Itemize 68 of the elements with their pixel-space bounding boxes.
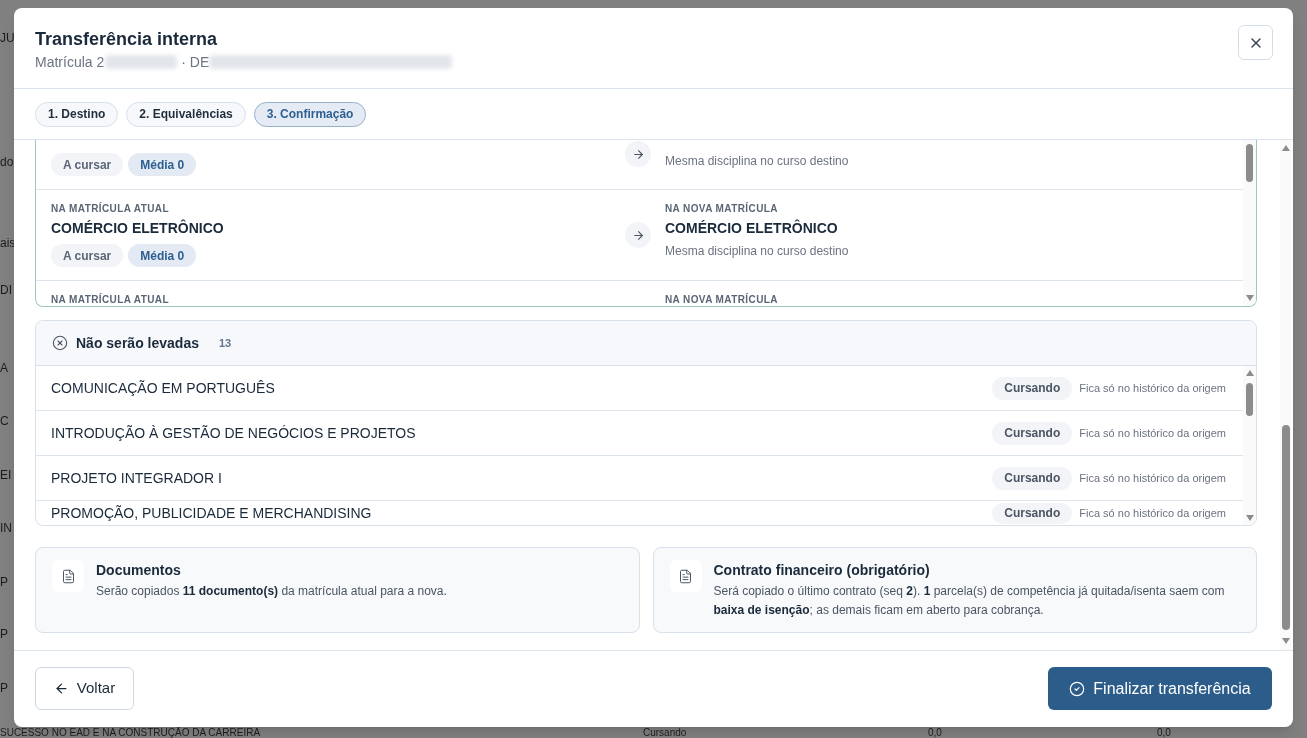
close-button[interactable] <box>1238 25 1273 60</box>
background-text: 0,0 <box>1157 727 1171 738</box>
scroll-down-icon[interactable] <box>1281 638 1290 644</box>
status-tag: A cursar <box>51 153 124 176</box>
course-name: PROJETO INTEGRADOR I <box>51 469 222 487</box>
scrollbar-thumb[interactable] <box>1246 144 1253 182</box>
history-note: Fica só no histórico da origem <box>1079 425 1226 441</box>
status-tag: A cursar <box>51 244 124 267</box>
card-text: Serão copiados 11 documento(s) da matrícula atual para a nova. <box>96 583 448 600</box>
background-text: ais <box>0 236 16 250</box>
arrow-right-icon <box>625 222 651 248</box>
section-label: NA NOVA MATRÍCULA <box>665 203 779 215</box>
match-note: Mesma disciplina no curso destino <box>665 243 850 259</box>
background-text: 0,0 <box>928 727 942 738</box>
document-icon <box>669 560 702 592</box>
panel-title: Não serão levadas <box>76 333 199 353</box>
step-tab[interactable]: 1. Destino <box>35 101 119 127</box>
background-text: Cursando <box>643 727 687 738</box>
scrollbar-thumb[interactable] <box>1246 383 1253 416</box>
match-note: Mesma disciplina no curso destino <box>665 153 850 169</box>
background-text: DI <box>0 283 12 297</box>
close-circle-icon <box>52 335 68 351</box>
finish-button[interactable]: Finalizar transferência <box>1048 667 1272 710</box>
check-circle-icon <box>1069 680 1086 697</box>
background-text: JU <box>0 31 15 45</box>
scroll-up-icon[interactable] <box>1281 145 1290 151</box>
back-button[interactable]: Voltar <box>35 667 134 710</box>
grade-tag: Média 0 <box>128 153 197 176</box>
background-text: P <box>0 575 8 589</box>
step-tab[interactable]: 3. Confirmação <box>253 101 367 127</box>
background-text: A <box>0 361 8 375</box>
scroll-down-icon[interactable] <box>1245 515 1254 521</box>
scroll-down-icon[interactable] <box>1245 295 1254 301</box>
course-name: PROMOÇÃO, PUBLICIDADE E MERCHANDISING <box>51 504 372 522</box>
background-text: EI <box>0 468 12 482</box>
section-label: NA MATRÍCULA ATUAL <box>51 203 170 215</box>
status-tag: Cursando <box>992 466 1073 490</box>
card-text: Será copiado o último contrato (seq 2). 1 parcela(s) de competência já quitada/isenta saem com baixa de isenção; as demais ficam em aberto para cobrança. <box>713 583 1226 619</box>
course-name: COMÉRCIO ELETRÔNICO <box>51 219 225 237</box>
background-text: P <box>0 627 8 641</box>
course-name: COMUNICAÇÃO EM PORTUGUÊS <box>51 379 275 397</box>
dialog-title: Transferência interna <box>35 28 219 50</box>
scrollbar-thumb[interactable] <box>1281 425 1290 630</box>
scroll-up-icon[interactable] <box>1245 370 1254 376</box>
course-name: INTRODUÇÃO À GESTÃO DE NEGÓCIOS E PROJETOS <box>51 424 416 442</box>
card-title: Contrato financeiro (obrigatório) <box>713 561 931 579</box>
step-tab[interactable]: 2. Equivalências <box>126 101 246 127</box>
grade-tag: Média 0 <box>128 244 197 267</box>
status-tag: Cursando <box>992 376 1073 400</box>
background-text: SUCESSO NO EAD E NA CONSTRUÇÃO DA CARREIRA <box>0 727 261 738</box>
section-label: NA MATRÍCULA ATUAL <box>51 294 170 306</box>
subtitle-text: Matrícula 2 <box>35 53 105 71</box>
history-note: Fica só no histórico da origem <box>1079 380 1226 396</box>
background-text: P <box>0 681 8 695</box>
document-icon <box>52 560 84 592</box>
history-note: Fica só no histórico da origem <box>1079 470 1226 486</box>
card-title: Documentos <box>96 561 182 579</box>
background-text: do <box>0 155 14 169</box>
count-text: 13 <box>218 335 232 351</box>
history-note: Fica só no histórico da origem <box>1079 505 1226 521</box>
background-text: C <box>0 414 9 428</box>
status-tag: Cursando <box>992 421 1073 445</box>
section-label: NA NOVA MATRÍCULA <box>665 294 779 306</box>
status-tag: Cursando <box>992 502 1073 524</box>
arrow-right-icon <box>625 141 651 167</box>
background-text: IN <box>0 521 12 535</box>
subtitle-text: · DE <box>181 53 210 71</box>
course-name: COMÉRCIO ELETRÔNICO <box>665 219 839 237</box>
